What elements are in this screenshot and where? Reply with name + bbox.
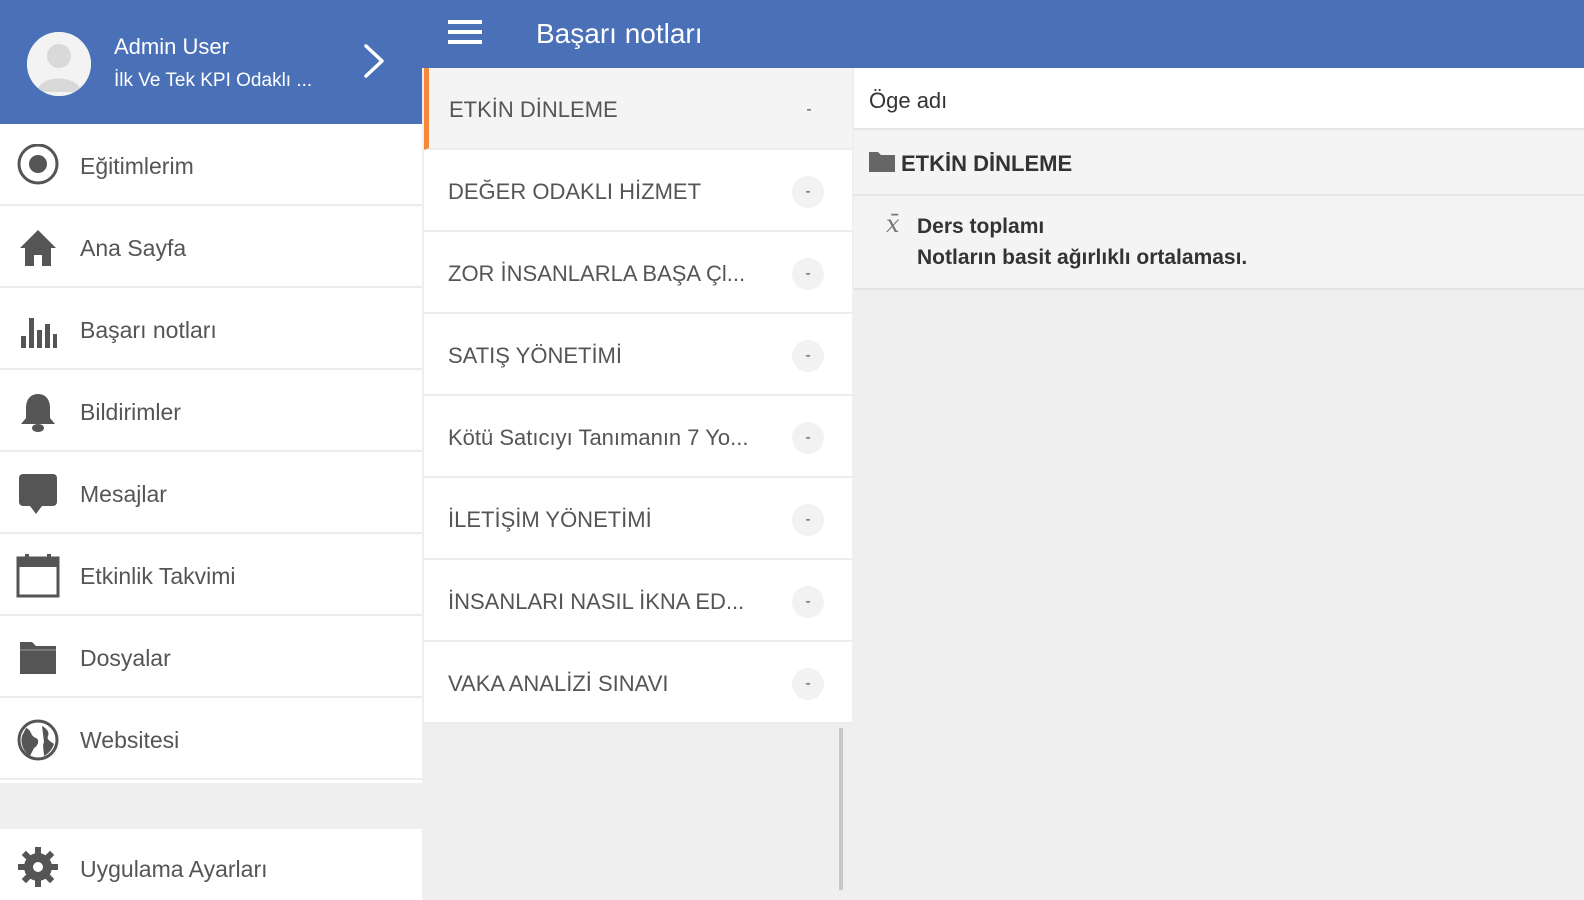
course-grade: - <box>792 176 824 208</box>
sidebar-item-label: Eğitimlerim <box>80 153 194 179</box>
bar-chart-icon <box>21 318 57 348</box>
course-label: İNSANLARI NASIL İKNA ED... <box>448 589 745 614</box>
course-label: SATIŞ YÖNETİMİ <box>448 343 622 368</box>
aggregate-icon: x̄ <box>886 210 900 238</box>
sidebar-item-etkinlik-takvimi[interactable]: Etkinlik Takvimi <box>0 534 422 616</box>
sidebar-item-mesajlar[interactable]: Mesajlar <box>0 452 422 534</box>
grade-detail-panel: Öge adı ETKİN DİNLEME x̄ Ders toplamı No… <box>854 68 1584 900</box>
course-grade: - <box>792 422 824 454</box>
course-item[interactable]: SATIŞ YÖNETİMİ - <box>424 314 852 396</box>
profile-subtitle: İlk Ve Tek KPI Odaklı ... <box>114 70 313 91</box>
course-grade: - <box>806 101 812 118</box>
course-grade: - <box>792 668 824 700</box>
topbar: Başarı notları <box>422 0 1584 68</box>
calendar-icon <box>16 554 60 598</box>
course-label: DEĞER ODAKLI HİZMET <box>448 179 702 204</box>
sidebar-item-label: Dosyalar <box>80 645 171 671</box>
course-label: İLETİŞİM YÖNETİMİ <box>448 507 652 532</box>
profile-header[interactable]: Admin User İlk Ve Tek KPI Odaklı ... <box>0 0 422 124</box>
category-label: ETKİN DİNLEME <box>901 151 1073 176</box>
sidebar-item-label: Uygulama Ayarları <box>80 856 268 882</box>
message-icon <box>19 474 57 514</box>
detail-body: ETKİN DİNLEME x̄ Ders toplamı Notların b… <box>854 130 1584 290</box>
scrollbar[interactable] <box>839 728 843 890</box>
sidebar-item-label: Başarı notları <box>80 317 217 343</box>
detail-header: Öge adı <box>854 68 1584 130</box>
course-label: ETKİN DİNLEME <box>449 97 618 122</box>
target-icon <box>17 144 59 185</box>
course-grade: - <box>792 258 824 290</box>
course-item[interactable]: ETKİN DİNLEME - <box>424 68 852 150</box>
hamburger-menu-icon[interactable] <box>448 18 482 46</box>
aggregate-title: Ders toplamı <box>917 215 1045 238</box>
profile-name: Admin User <box>114 34 229 59</box>
sidebar-item-websitesi[interactable]: Websitesi <box>0 698 422 780</box>
sidebar-item-label: Websitesi <box>80 727 180 753</box>
sidebar-item-bildirimler[interactable]: Bildirimler <box>0 370 422 452</box>
course-item[interactable]: ZOR İNSANLARLA BAŞA Çl... - <box>424 232 852 314</box>
sidebar-item-ana-sayfa[interactable]: Ana Sayfa <box>0 206 422 288</box>
folder-icon <box>869 152 895 172</box>
bell-icon <box>21 394 55 432</box>
page-title: Başarı notları <box>536 18 703 49</box>
course-item[interactable]: Kötü Satıcıyı Tanımanın 7 Yo... - <box>424 396 852 478</box>
course-grade: - <box>792 340 824 372</box>
course-item[interactable]: DEĞER ODAKLI HİZMET - <box>424 150 852 232</box>
sidebar-item-label: Etkinlik Takvimi <box>80 563 236 589</box>
sidebar-item-label: Bildirimler <box>80 399 181 425</box>
course-label: Kötü Satıcıyı Tanımanın 7 Yo... <box>448 425 749 450</box>
globe-icon <box>17 719 59 761</box>
folder-icon <box>20 642 56 674</box>
sidebar-item-egitimlerim[interactable]: Eğitimlerim <box>0 124 422 206</box>
sidebar-divider <box>0 783 422 829</box>
course-item[interactable]: VAKA ANALİZİ SINAVI - <box>424 642 852 724</box>
svg-text:x̄: x̄ <box>886 210 900 238</box>
sidebar-item-label: Ana Sayfa <box>80 235 187 261</box>
course-list: ETKİN DİNLEME - DEĞER ODAKLI HİZMET - ZO… <box>424 68 852 900</box>
chevron-right-icon[interactable] <box>358 42 388 80</box>
course-item[interactable]: İLETİŞİM YÖNETİMİ - <box>424 478 852 560</box>
sidebar-item-dosyalar[interactable]: Dosyalar <box>0 616 422 698</box>
category-row: ETKİN DİNLEME <box>854 130 1584 196</box>
gear-icon <box>18 847 58 887</box>
course-item[interactable]: İNSANLARI NASIL İKNA ED... - <box>424 560 852 642</box>
avatar <box>27 32 91 96</box>
course-grade: - <box>792 504 824 536</box>
sidebar-item-basari-notlari[interactable]: Başarı notları <box>0 288 422 370</box>
sidebar: Admin User İlk Ve Tek KPI Odaklı ... Eği… <box>0 0 422 900</box>
course-label: ZOR İNSANLARLA BAŞA Çl... <box>448 261 746 286</box>
home-icon <box>20 230 56 266</box>
sidebar-item-settings[interactable]: Uygulama Ayarları <box>0 829 422 900</box>
course-label: VAKA ANALİZİ SINAVI <box>448 671 669 696</box>
nav-list: Eğitimlerim Ana Sayfa Başarı notları Bil… <box>0 124 422 780</box>
aggregate-description: Notların basit ağırlıklı ortalaması. <box>917 246 1248 269</box>
user-avatar-icon <box>27 32 91 96</box>
column-header-item-name: Öge adı <box>869 88 948 113</box>
sidebar-item-label: Mesajlar <box>80 481 167 507</box>
course-grade: - <box>792 586 824 618</box>
